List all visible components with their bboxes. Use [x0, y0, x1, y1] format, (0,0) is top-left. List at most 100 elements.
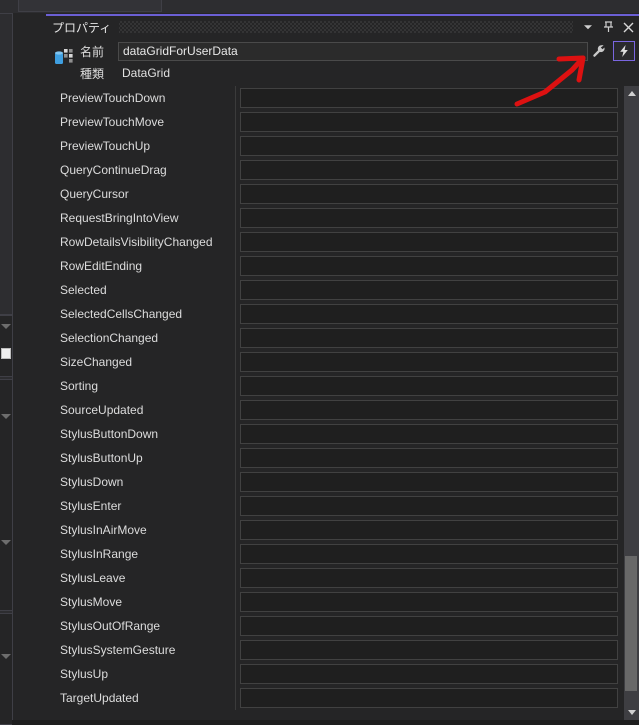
- event-row[interactable]: StylusOutOfRange: [46, 614, 624, 638]
- event-handler-cell[interactable]: [236, 542, 625, 566]
- event-handler-cell[interactable]: [236, 254, 625, 278]
- event-handler-cell[interactable]: [236, 494, 625, 518]
- event-handler-input[interactable]: [240, 544, 618, 564]
- left-sliver-panel-4[interactable]: [0, 613, 12, 725]
- event-name-label: StylusMove: [46, 590, 236, 614]
- event-handler-input[interactable]: [240, 616, 618, 636]
- event-row[interactable]: Sorting: [46, 374, 624, 398]
- event-row[interactable]: StylusLeave: [46, 566, 624, 590]
- event-row[interactable]: Selected: [46, 278, 624, 302]
- event-row[interactable]: QueryContinueDrag: [46, 158, 624, 182]
- event-handler-input[interactable]: [240, 424, 618, 444]
- event-handler-cell[interactable]: [236, 590, 625, 614]
- event-row[interactable]: SizeChanged: [46, 350, 624, 374]
- event-handler-input[interactable]: [240, 88, 618, 108]
- event-handler-input[interactable]: [240, 136, 618, 156]
- event-handler-cell[interactable]: [236, 326, 625, 350]
- event-row[interactable]: SelectedCellsChanged: [46, 302, 624, 326]
- event-handler-cell[interactable]: [236, 638, 625, 662]
- event-handler-cell[interactable]: [236, 158, 625, 182]
- event-handler-input[interactable]: [240, 160, 618, 180]
- left-sliver-panel-2[interactable]: [0, 315, 12, 377]
- name-row: 名前: [80, 40, 588, 62]
- scrollbar-track[interactable]: [624, 101, 639, 705]
- event-handler-cell[interactable]: [236, 230, 625, 254]
- pin-icon[interactable]: [599, 18, 617, 36]
- event-handler-cell[interactable]: [236, 206, 625, 230]
- event-handler-input[interactable]: [240, 640, 618, 660]
- event-handler-input[interactable]: [240, 520, 618, 540]
- event-handler-input[interactable]: [240, 448, 618, 468]
- event-row[interactable]: StylusInRange: [46, 542, 624, 566]
- event-handler-input[interactable]: [240, 328, 618, 348]
- event-row[interactable]: StylusMove: [46, 590, 624, 614]
- event-handler-cell[interactable]: [236, 566, 625, 590]
- event-handler-cell[interactable]: [236, 350, 625, 374]
- event-row[interactable]: RowDetailsVisibilityChanged: [46, 230, 624, 254]
- event-handler-cell[interactable]: [236, 182, 625, 206]
- event-handler-cell[interactable]: [236, 614, 625, 638]
- close-icon[interactable]: [619, 18, 637, 36]
- event-handler-cell[interactable]: [236, 686, 625, 710]
- event-handler-input[interactable]: [240, 592, 618, 612]
- event-row[interactable]: StylusInAirMove: [46, 518, 624, 542]
- event-row[interactable]: SelectionChanged: [46, 326, 624, 350]
- event-row[interactable]: StylusButtonDown: [46, 422, 624, 446]
- event-row[interactable]: StylusEnter: [46, 494, 624, 518]
- event-handler-cell[interactable]: [236, 398, 625, 422]
- event-handler-input[interactable]: [240, 496, 618, 516]
- event-handler-cell[interactable]: [236, 470, 625, 494]
- scroll-down-arrow-icon[interactable]: [624, 705, 639, 720]
- event-handler-cell[interactable]: [236, 422, 625, 446]
- event-handler-input[interactable]: [240, 688, 618, 708]
- wrench-icon[interactable]: [588, 41, 610, 61]
- event-handler-cell[interactable]: [236, 86, 625, 110]
- event-row[interactable]: PreviewTouchDown: [46, 86, 624, 110]
- left-sliver-panel-1[interactable]: [0, 13, 12, 315]
- event-row[interactable]: StylusSystemGesture: [46, 638, 624, 662]
- event-handler-cell[interactable]: [236, 446, 625, 470]
- event-handler-cell[interactable]: [236, 302, 625, 326]
- event-row[interactable]: RequestBringIntoView: [46, 206, 624, 230]
- event-handler-input[interactable]: [240, 232, 618, 252]
- lightning-icon[interactable]: [613, 41, 635, 61]
- left-docked-panel-sliver[interactable]: [0, 13, 13, 725]
- event-handler-cell[interactable]: [236, 662, 625, 686]
- event-handler-input[interactable]: [240, 376, 618, 396]
- event-handler-cell[interactable]: [236, 518, 625, 542]
- event-handler-cell[interactable]: [236, 134, 625, 158]
- event-handler-input[interactable]: [240, 352, 618, 372]
- event-handler-cell[interactable]: [236, 278, 625, 302]
- event-row[interactable]: RowEditEnding: [46, 254, 624, 278]
- event-handler-input[interactable]: [240, 568, 618, 588]
- event-row[interactable]: StylusDown: [46, 470, 624, 494]
- name-input[interactable]: [118, 41, 588, 61]
- event-handler-input[interactable]: [240, 304, 618, 324]
- event-handler-cell[interactable]: [236, 374, 625, 398]
- event-handler-input[interactable]: [240, 664, 618, 684]
- event-handler-input[interactable]: [240, 208, 618, 228]
- event-row[interactable]: TargetUpdated: [46, 686, 624, 710]
- event-handler-input[interactable]: [240, 112, 618, 132]
- chevron-down-icon[interactable]: [579, 18, 597, 36]
- titlebar-grip[interactable]: [119, 21, 573, 33]
- left-sliver-panel-3[interactable]: [0, 379, 12, 611]
- event-row[interactable]: SourceUpdated: [46, 398, 624, 422]
- event-handler-input[interactable]: [240, 184, 618, 204]
- scrollbar-thumb[interactable]: [625, 556, 637, 691]
- scroll-up-arrow-icon[interactable]: [624, 86, 639, 101]
- events-vertical-scrollbar[interactable]: [624, 86, 639, 720]
- properties-titlebar[interactable]: プロパティ: [46, 16, 639, 38]
- left-sliver-checkbox[interactable]: [1, 348, 11, 359]
- toolbar-combo-ghost: [18, 0, 162, 12]
- event-row[interactable]: StylusUp: [46, 662, 624, 686]
- event-handler-input[interactable]: [240, 256, 618, 276]
- event-handler-input[interactable]: [240, 472, 618, 492]
- event-handler-input[interactable]: [240, 280, 618, 300]
- event-row[interactable]: StylusButtonUp: [46, 446, 624, 470]
- event-handler-cell[interactable]: [236, 110, 625, 134]
- event-handler-input[interactable]: [240, 400, 618, 420]
- event-row[interactable]: PreviewTouchUp: [46, 134, 624, 158]
- event-row[interactable]: PreviewTouchMove: [46, 110, 624, 134]
- event-row[interactable]: QueryCursor: [46, 182, 624, 206]
